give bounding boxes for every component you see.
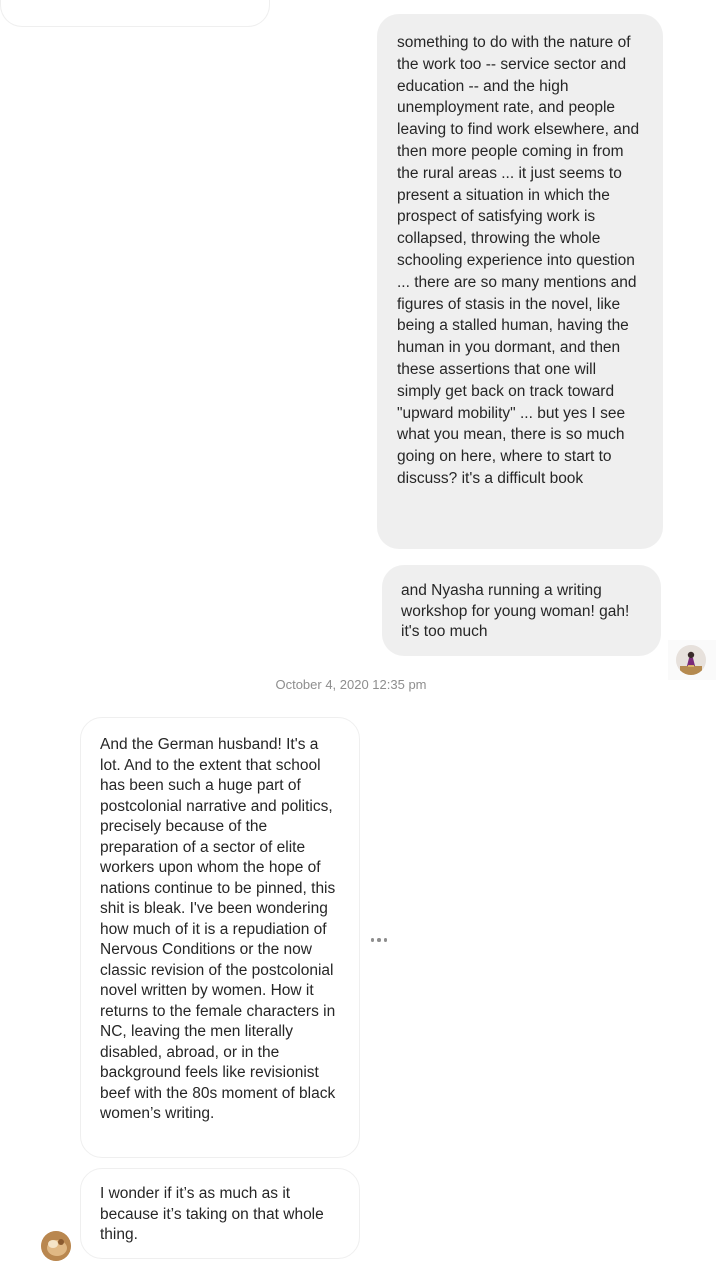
message-text: I wonder if it’s as much as it because i… — [100, 1185, 324, 1243]
sent-message-bubble[interactable]: and Nyasha running a writing workshop fo… — [382, 565, 661, 656]
sent-message-bubble[interactable]: something to do with the nature of the w… — [377, 14, 663, 549]
message-text: and Nyasha running a writing workshop fo… — [401, 582, 630, 640]
avatar-self[interactable] — [676, 645, 706, 675]
more-options-icon[interactable] — [366, 928, 392, 952]
dot — [370, 938, 375, 942]
user-avatar-icon — [676, 645, 706, 675]
message-text: And the German husband! It's a lot. And … — [100, 736, 336, 1122]
message-text: something to do with the nature of the w… — [397, 34, 640, 487]
received-message-bubble[interactable]: I wonder if it’s as much as it because i… — [80, 1168, 360, 1259]
user-avatar-icon — [41, 1231, 71, 1261]
dot — [377, 938, 381, 942]
avatar-other[interactable] — [41, 1231, 71, 1261]
dot — [383, 938, 388, 942]
conversation-timestamp: October 4, 2020 12:35 pm — [275, 677, 427, 692]
received-message-bubble[interactable]: And the German husband! It's a lot. And … — [80, 717, 360, 1158]
previous-message-bubble-edge — [0, 0, 270, 27]
